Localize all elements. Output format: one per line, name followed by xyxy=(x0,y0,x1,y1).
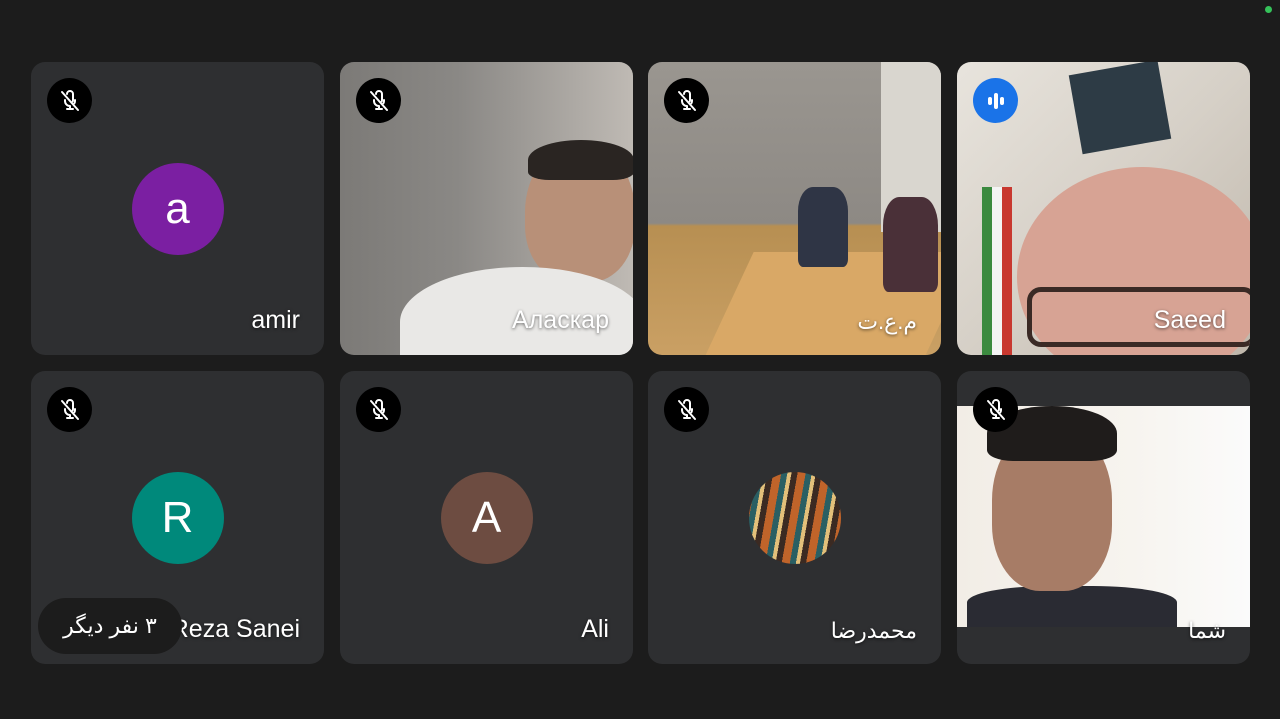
video-flag xyxy=(982,187,1012,355)
more-participants-button[interactable]: ۳ نفر دیگر xyxy=(38,598,182,654)
participant-name: amir xyxy=(251,306,300,334)
participant-name: Ali xyxy=(581,615,609,643)
video-subject-body xyxy=(967,586,1177,627)
participant-name: م.ع.ت xyxy=(857,309,917,334)
avatar: a xyxy=(131,162,224,255)
mic-off-icon xyxy=(664,78,709,123)
avatar: A xyxy=(440,471,533,564)
video-person xyxy=(883,197,938,292)
participant-tile-ali[interactable]: A Ali xyxy=(340,371,633,664)
participant-tile-mohammadreza[interactable]: محمدرضا xyxy=(648,371,941,664)
participant-tile-amir[interactable]: a amir xyxy=(31,62,324,355)
participant-name: شما xyxy=(1188,618,1226,643)
participant-name: Reza Sanei xyxy=(170,615,300,643)
video-person xyxy=(798,187,848,267)
mic-off-icon xyxy=(47,78,92,123)
participant-name: Аласкар xyxy=(512,306,609,334)
mic-off-icon xyxy=(973,387,1018,432)
participant-tile-mat[interactable]: م.ع.ت xyxy=(648,62,941,355)
avatar-image xyxy=(748,471,841,564)
online-status-dot xyxy=(1265,6,1272,13)
video-subject-hair xyxy=(528,140,633,180)
mic-off-icon xyxy=(356,78,401,123)
mic-off-icon xyxy=(664,387,709,432)
participant-name: Saeed xyxy=(1153,306,1226,334)
participant-tile-self[interactable]: شما xyxy=(957,371,1250,664)
participant-tile-saeed[interactable]: Saeed xyxy=(957,62,1250,355)
avatar: R xyxy=(131,471,224,564)
participant-name: محمدرضا xyxy=(830,618,917,643)
audio-level-icon xyxy=(973,78,1018,123)
mic-off-icon xyxy=(47,387,92,432)
video-frame-picture xyxy=(1068,62,1172,155)
participant-tile-alaskar[interactable]: Аласкар xyxy=(340,62,633,355)
mic-off-icon xyxy=(356,387,401,432)
